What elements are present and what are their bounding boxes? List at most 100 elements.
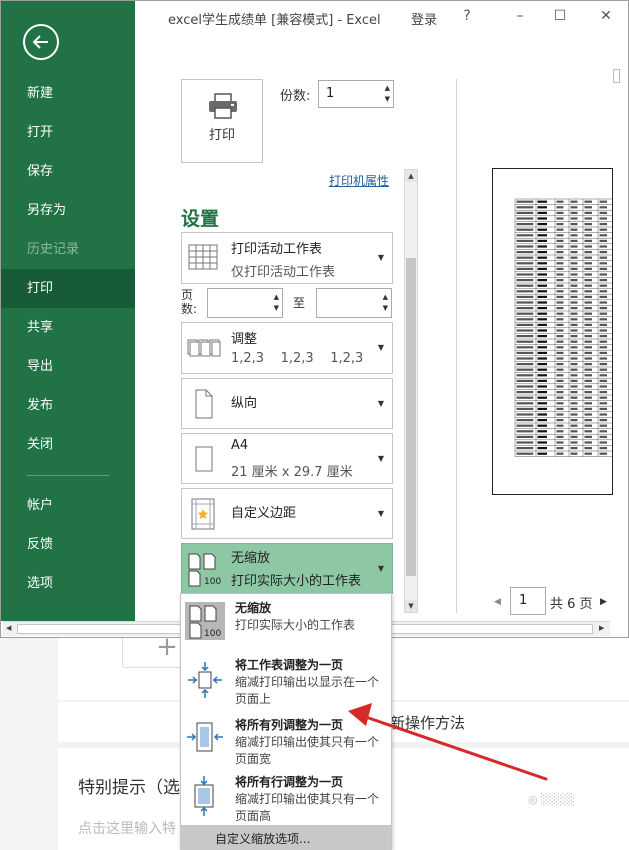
menu-item-title: 将所有列调整为一页 xyxy=(235,718,344,732)
custom-margins-icon xyxy=(191,498,215,530)
sidebar-item-print[interactable]: 打印 xyxy=(1,269,135,308)
current-page-input[interactable]: 1 xyxy=(510,587,546,615)
paper-size-title: A4 xyxy=(231,438,249,453)
paper-size-dropdown[interactable]: A4 21 厘米 x 29.7 厘米 ▼ xyxy=(181,433,393,484)
menu-item-title: 无缩放 xyxy=(235,601,272,615)
print-button-label: 打印 xyxy=(208,128,235,143)
title-bar: excel学生成绩单 [兼容模式] - Excel 登录 ? – ☐ ✕ xyxy=(135,1,629,33)
scroll-left-icon[interactable]: ◀ xyxy=(6,624,11,632)
sidebar-item-export[interactable]: 导出 xyxy=(1,347,135,386)
no-scaling-icon: 100 xyxy=(185,602,225,640)
sidebar-item-publish[interactable]: 发布 xyxy=(1,386,135,425)
chevron-down-icon: ▼ xyxy=(377,454,384,463)
pages-to-label: 至 xyxy=(293,296,306,310)
menu-item-fit-rows[interactable]: 将所有行调整为一页 缩减打印输出使其只有一个页面高 xyxy=(181,768,391,825)
sidebar-divider xyxy=(27,475,109,476)
sidebar-item-options[interactable]: 选项 xyxy=(1,564,135,603)
next-page-icon[interactable]: ▶ xyxy=(600,597,607,607)
menu-item-desc: 打印实际大小的工作表 xyxy=(235,618,356,632)
page-total-label: 共 6 页 xyxy=(550,597,593,612)
scaling-dropdown[interactable]: 100 无缩放 打印实际大小的工作表 ▼ xyxy=(181,543,393,594)
settings-heading: 设置 xyxy=(181,208,220,230)
orientation-dropdown[interactable]: 纵向 ▼ xyxy=(181,378,393,429)
new-method-heading: 新操作方法 xyxy=(390,714,466,732)
scroll-down-icon[interactable]: ▼ xyxy=(405,600,417,612)
menu-item-title: 将工作表调整为一页 xyxy=(235,658,344,672)
watermark-logo: ◎ ░░░░ xyxy=(528,793,575,806)
sidebar-item-feedback[interactable]: 反馈 xyxy=(1,525,135,564)
printer-icon xyxy=(209,93,237,119)
previous-page-icon[interactable]: ◀ xyxy=(494,597,501,607)
collate-title: 调整 xyxy=(231,332,258,347)
back-arrow-icon[interactable] xyxy=(23,24,59,60)
spinner-arrows-icon[interactable]: ▲ ▼ xyxy=(383,292,388,314)
sidebar-item-history: 历史记录 xyxy=(27,242,80,257)
fit-columns-icon xyxy=(187,722,223,752)
svg-text:100: 100 xyxy=(204,629,221,639)
fit-rows-icon xyxy=(194,776,214,816)
copies-spinner[interactable]: 1 ▲ ▼ xyxy=(318,80,394,108)
menu-item-fit-columns[interactable]: 将所有列调整为一页 缩减打印输出使其只有一个页面宽 xyxy=(181,711,391,768)
worksheet-grid-icon xyxy=(188,244,218,270)
tip-title: 特别提示（选 xyxy=(78,778,180,798)
copies-label: 份数: xyxy=(280,89,311,104)
backstage-sidebar: 新建 打开 保存 另存为 历史记录 打印 共享 导出 发布 关闭 帐户 反馈 选… xyxy=(1,1,135,621)
print-what-dropdown[interactable]: 打印活动工作表 仅打印活动工作表 ▼ xyxy=(181,232,393,284)
sidebar-item-save[interactable]: 保存 xyxy=(1,152,135,191)
sidebar-item-new[interactable]: 新建 xyxy=(1,74,135,113)
spinner-arrows-icon[interactable]: ▲ ▼ xyxy=(274,292,279,314)
chevron-down-icon: ▼ xyxy=(377,343,384,352)
excel-window: 新建 打开 保存 另存为 历史记录 打印 共享 导出 发布 关闭 帐户 反馈 选… xyxy=(0,0,629,638)
pages-to-spinner[interactable]: ▲ ▼ xyxy=(316,288,392,318)
custom-scaling-options[interactable]: 自定义缩放选项... xyxy=(181,825,391,850)
minimize-button[interactable]: – xyxy=(509,5,531,27)
printer-properties-link[interactable]: 打印机属性 xyxy=(329,172,389,189)
scroll-up-icon[interactable]: ▲ xyxy=(405,170,417,182)
chevron-down-icon: ▼ xyxy=(377,564,384,573)
paper-sheet-icon xyxy=(195,446,213,472)
svg-text:100: 100 xyxy=(204,577,221,587)
window-title: excel学生成绩单 [兼容模式] - Excel xyxy=(168,13,381,28)
copies-value: 1 xyxy=(326,86,335,101)
no-scaling-icon: 100 xyxy=(188,553,221,587)
sidebar-item-open[interactable]: 打开 xyxy=(1,113,135,152)
sidebar-item-save-as[interactable]: 另存为 xyxy=(1,191,135,230)
pages-label: 页数: xyxy=(181,288,198,316)
scaling-subtitle: 打印实际大小的工作表 xyxy=(231,574,362,589)
print-button[interactable]: 打印 xyxy=(181,79,263,163)
scroll-right-icon[interactable]: ▶ xyxy=(599,624,604,632)
chevron-down-icon: ▼ xyxy=(377,253,384,262)
pages-from-spinner[interactable]: ▲ ▼ xyxy=(207,288,283,318)
scaling-title: 无缩放 xyxy=(231,551,271,566)
tip-input-placeholder[interactable]: 点击这里输入特 xyxy=(78,818,176,838)
menu-item-desc: 缩减打印输出以显示在一个页面上 xyxy=(235,675,380,706)
print-preview-page xyxy=(492,168,613,495)
chevron-down-icon: ▼ xyxy=(377,399,384,408)
spinner-arrows-icon[interactable]: ▲ ▼ xyxy=(385,83,390,105)
help-button[interactable]: ? xyxy=(456,5,478,27)
portrait-page-icon xyxy=(195,389,213,419)
settings-vertical-scrollbar[interactable]: ▲ ▼ xyxy=(404,169,418,613)
collate-subtitle: 1,2,3 1,2,3 1,2,3 xyxy=(231,351,364,366)
menu-item-fit-sheet[interactable]: 将工作表调整为一页 缩减打印输出以显示在一个页面上 xyxy=(181,651,391,708)
pane-divider xyxy=(456,79,457,613)
login-link[interactable]: 登录 xyxy=(411,9,437,28)
orientation-title: 纵向 xyxy=(231,396,258,411)
print-what-title: 打印活动工作表 xyxy=(231,242,323,257)
margins-dropdown[interactable]: 自定义边距 ▼ xyxy=(181,488,393,539)
menu-item-no-scaling[interactable]: 100 无缩放 打印实际大小的工作表 xyxy=(181,594,391,646)
zoom-slider-handle[interactable] xyxy=(613,69,620,83)
menu-item-desc: 缩减打印输出使其只有一个页面高 xyxy=(235,792,380,823)
scrollbar-thumb[interactable] xyxy=(406,258,416,576)
scaling-options-menu: 100 无缩放 打印实际大小的工作表 将工作表调整为一页 缩减打印输出以显示在一… xyxy=(180,593,392,850)
fit-sheet-icon xyxy=(188,662,222,698)
collated-pages-icon xyxy=(187,339,221,357)
sidebar-item-share[interactable]: 共享 xyxy=(1,308,135,347)
chevron-down-icon: ▼ xyxy=(377,509,384,518)
restore-button[interactable]: ☐ xyxy=(549,5,571,27)
close-button[interactable]: ✕ xyxy=(595,5,617,27)
sidebar-item-account[interactable]: 帐户 xyxy=(1,486,135,525)
sidebar-item-close[interactable]: 关闭 xyxy=(1,425,135,464)
collate-dropdown[interactable]: 调整 1,2,3 1,2,3 1,2,3 ▼ xyxy=(181,322,393,374)
preview-sheet-content xyxy=(514,198,612,457)
